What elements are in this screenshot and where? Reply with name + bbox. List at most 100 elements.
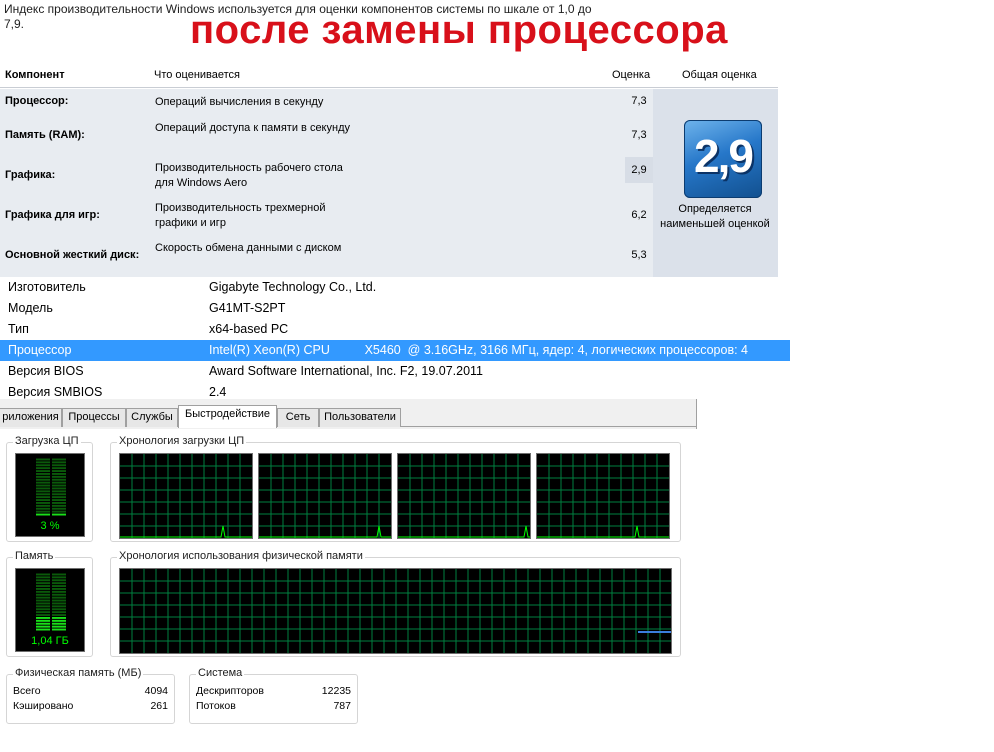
system-info-key: Модель <box>8 301 53 315</box>
meter-segment <box>36 461 50 464</box>
cpu-core-graph <box>397 453 531 539</box>
physical-memory-group: Физическая память (МБ) Всего 4094 Кэширо… <box>6 667 175 724</box>
meter-segment <box>36 628 50 631</box>
stat-label: Кэшировано <box>13 700 74 712</box>
wei-component: Графика для игр: <box>5 209 100 221</box>
cpu-core-graph-plot <box>120 454 252 538</box>
tab-network[interactable]: Сеть <box>277 408 319 427</box>
system-info-row-selected[interactable]: Процессор Intel(R) Xeon(R) CPU X5460 @ 3… <box>0 340 790 361</box>
meter-segment <box>36 502 50 504</box>
physical-memory-title: Физическая память (МБ) <box>13 667 144 679</box>
cpu-usage-line <box>120 525 252 538</box>
meter-segment <box>52 617 66 619</box>
meter-segment <box>36 496 50 499</box>
meter-segment <box>52 611 66 614</box>
tab-processes[interactable]: Процессы <box>62 408 126 427</box>
meter-segment <box>36 602 50 605</box>
meter-segment <box>36 473 50 475</box>
system-info-key: Изготовитель <box>8 280 86 294</box>
meter-segment <box>52 582 66 585</box>
system-info-row[interactable]: Изготовитель Gigabyte Technology Co., Lt… <box>0 277 790 298</box>
wei-row-memory: Память (RAM): Операций доступа к памяти … <box>0 121 653 159</box>
meter-segment <box>52 614 66 616</box>
meter-segment <box>52 496 66 499</box>
meter-segment <box>36 585 50 587</box>
system-info-value: Intel(R) Xeon(R) CPU X5460 @ 3.16GHz, 31… <box>209 343 748 357</box>
stat-label: Всего <box>13 685 41 697</box>
meter-segment <box>52 628 66 631</box>
system-info-row[interactable]: Версия BIOS Award Software International… <box>0 361 790 382</box>
header-rated: Что оценивается <box>154 69 241 81</box>
wei-row-disk: Основной жесткий диск: Скорость обмена д… <box>0 241 653 279</box>
meter-segment <box>36 617 50 619</box>
meter-segment <box>52 593 66 596</box>
meter-segment <box>52 573 66 576</box>
stat-label: Дескрипторов <box>196 685 264 697</box>
tab-applications[interactable]: риложения <box>0 408 62 427</box>
meter-segment <box>52 513 66 516</box>
meter-segment <box>52 473 66 475</box>
meter-segment <box>52 458 66 461</box>
meter-segment <box>36 622 50 625</box>
meter-segment <box>36 614 50 616</box>
meter-segment <box>52 608 66 611</box>
system-info-key: Процессор <box>8 343 72 357</box>
base-score-panel: 2,9 Определяется наименьшей оценкой <box>653 89 778 277</box>
memory-history-plot <box>120 569 671 653</box>
system-info-row[interactable]: Тип x64-based PC <box>0 319 790 340</box>
meter-segment <box>52 502 66 504</box>
cpu-core-graph-plot <box>259 454 391 538</box>
memory-group: Память 1,04 ГБ <box>6 550 93 657</box>
meter-segment <box>52 622 66 625</box>
cpu-usage-line <box>537 525 669 538</box>
cpu-usage-value: 3 % <box>40 520 60 532</box>
base-score-caption: Определяется наименьшей оценкой <box>660 203 770 230</box>
meter-segment <box>36 499 50 501</box>
wei-component: Графика: <box>5 169 56 181</box>
system-stats-row: Потоков 787 <box>196 700 351 714</box>
header-base-score: Общая оценка <box>682 69 757 81</box>
memory-value: 1,04 ГБ <box>31 635 69 647</box>
meter-segment <box>36 510 50 513</box>
meter-segment <box>52 510 66 513</box>
memory-title: Память <box>13 550 56 562</box>
header-component: Компонент <box>5 69 65 81</box>
meter-segment <box>36 611 50 614</box>
meter-segment <box>52 590 66 593</box>
system-info-value: x64-based PC <box>209 322 289 336</box>
meter-segment <box>36 507 50 510</box>
tab-performance[interactable]: Быстродействие <box>178 405 277 428</box>
meter-segment <box>36 504 50 507</box>
meter-segment <box>36 490 50 493</box>
meter-segment <box>52 461 66 464</box>
meter-segment <box>52 464 66 467</box>
stat-value: 261 <box>150 700 168 712</box>
meter-segment <box>36 487 50 490</box>
cpu-core-graph-plot <box>398 454 530 538</box>
system-info-row[interactable]: Модель G41MT-S2PT <box>0 298 790 319</box>
cpu-core-graph <box>536 453 670 539</box>
task-manager-window: риложения Процессы Службы Быстродействие… <box>0 399 697 724</box>
tab-services[interactable]: Службы <box>126 408 178 427</box>
cpu-core-graph-plot <box>537 454 669 538</box>
cpu-core-graph <box>258 453 392 539</box>
meter-segment <box>36 579 50 582</box>
wei-rated: Скорость обмена данными с диском <box>155 242 342 254</box>
wei-rated: Операций доступа к памяти в секунду <box>155 122 350 134</box>
physical-memory-row: Кэшировано 261 <box>13 700 168 714</box>
tab-users[interactable]: Пользователи <box>319 408 401 427</box>
cpu-usage-line <box>259 525 391 538</box>
wei-row-gaming-graphics: Графика для игр: Производительность трех… <box>0 201 653 239</box>
meter-segment <box>36 478 50 481</box>
wei-component: Процессор: <box>5 95 69 107</box>
wei-score: 5,3 <box>631 249 647 261</box>
cpu-core-graph <box>119 453 253 539</box>
meter-segment <box>52 499 66 501</box>
meter-segment <box>36 625 50 628</box>
cpu-usage-meter: 3 % <box>15 453 85 537</box>
meter-segment <box>36 588 50 590</box>
system-info-value: G41MT-S2PT <box>209 301 286 315</box>
meter-segment <box>52 484 66 487</box>
base-score-value: 2,9 <box>694 130 754 182</box>
meter-segment <box>52 470 66 472</box>
